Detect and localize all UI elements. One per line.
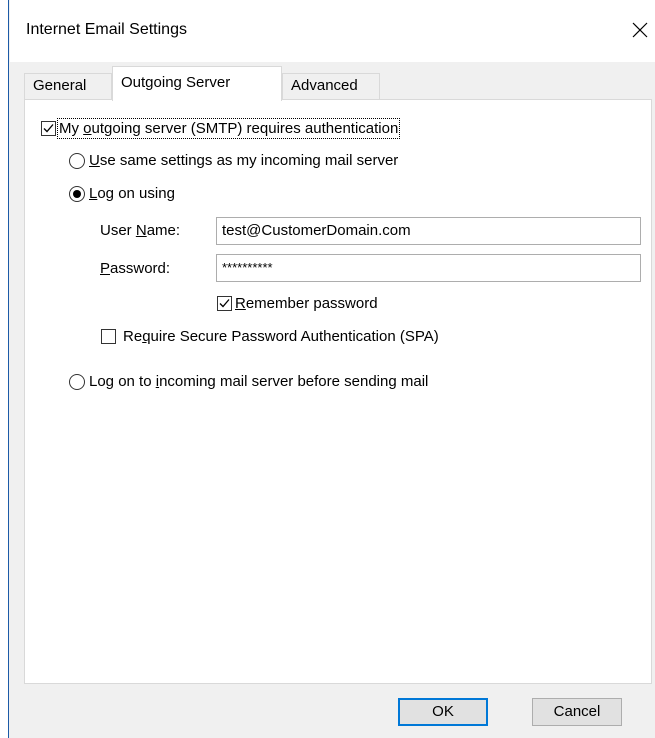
tab-outgoing-server-label: Outgoing Server [121,74,231,91]
requires-auth-checkbox[interactable]: My outgoing server (SMTP) requires authe… [41,118,401,139]
remember-password-check-box[interactable] [217,296,232,311]
tab-general-label: General [33,77,87,94]
internet-email-settings-dialog: Internet Email Settings General Outgoing… [10,0,655,738]
log-on-incoming-first-label: Log on to incoming mail server before se… [89,373,429,390]
require-spa-checkbox[interactable]: Require Secure Password Authentication (… [101,328,439,345]
log-on-using-radio-button[interactable] [69,185,85,202]
checkmark-icon [219,299,230,308]
close-icon [632,22,648,38]
tab-advanced[interactable]: Advanced [282,73,380,99]
remember-password-checkbox[interactable]: Remember password [217,295,378,312]
close-button[interactable] [625,14,655,46]
log-on-using-radio[interactable]: Log on using [69,185,175,202]
use-same-settings-radio[interactable]: Use same settings as my incoming mail se… [69,152,398,169]
tab-outgoing-server[interactable]: Outgoing Server [112,66,282,101]
user-name-label: User Name: [100,222,181,239]
password-field[interactable]: ********** [216,254,641,282]
log-on-incoming-first-radio[interactable]: Log on to incoming mail server before se… [69,373,428,390]
remember-password-label: Remember password [235,295,378,312]
requires-auth-check-box[interactable] [41,121,56,136]
background-window-edge [0,0,9,738]
use-same-settings-radio-button[interactable] [69,152,85,169]
require-spa-check-box[interactable] [101,329,116,344]
tab-general[interactable]: General [24,73,112,99]
require-spa-label: Require Secure Password Authentication (… [123,328,439,345]
ok-button[interactable]: OK [398,698,488,726]
log-on-using-label: Log on using [89,185,175,202]
window-title: Internet Email Settings [26,21,187,38]
tab-advanced-label: Advanced [291,77,358,94]
use-same-settings-label: Use same settings as my incoming mail se… [89,152,399,169]
outgoing-server-panel: My outgoing server (SMTP) requires authe… [24,99,652,684]
title-bar: Internet Email Settings [10,0,655,62]
user-name-field[interactable]: test@CustomerDomain.com [216,217,641,245]
cancel-button[interactable]: Cancel [532,698,622,726]
log-on-incoming-first-radio-button[interactable] [69,373,85,390]
requires-auth-label: My outgoing server (SMTP) requires authe… [56,118,401,139]
password-label: Password: [100,260,171,277]
checkmark-icon [43,124,54,133]
